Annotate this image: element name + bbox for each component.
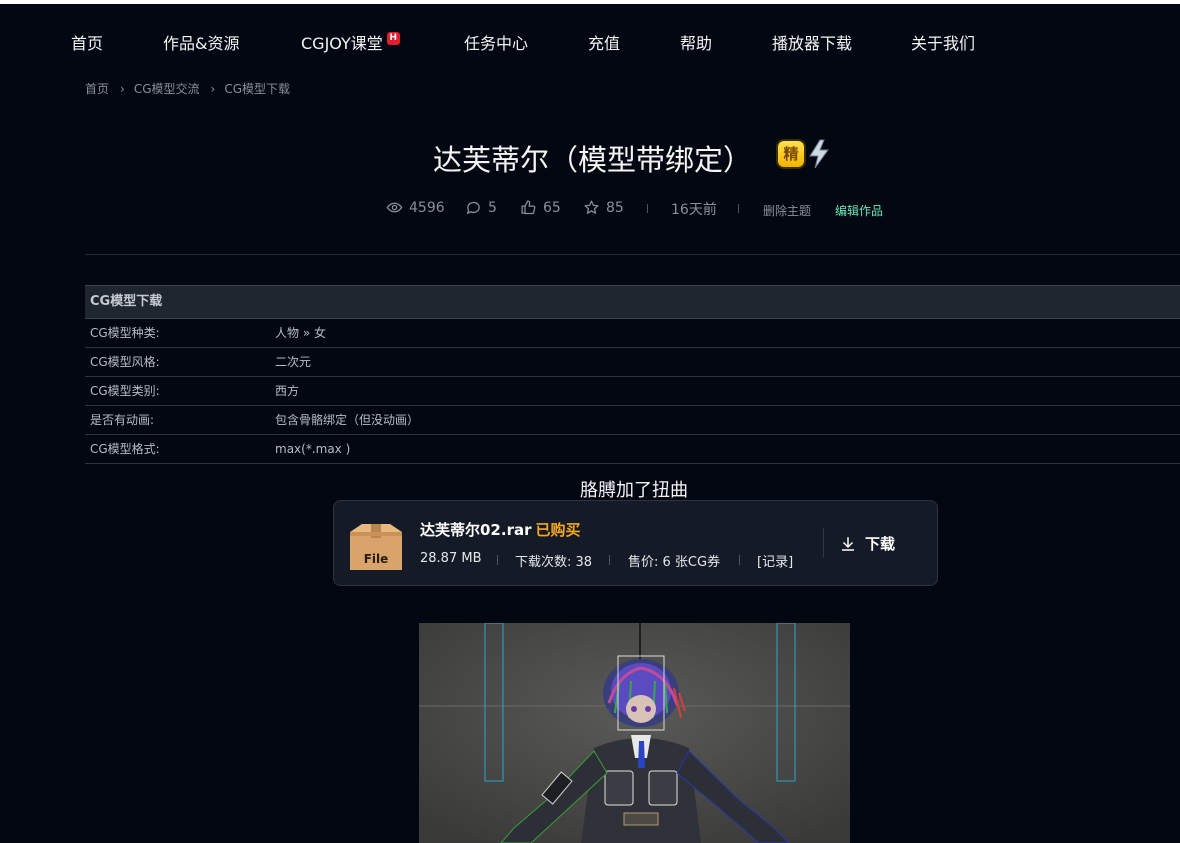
purchased-status: 已购买 xyxy=(535,521,581,539)
spec-table-header: CG模型下载 xyxy=(85,286,1180,319)
nav-item-about[interactable]: 关于我们 xyxy=(911,30,975,54)
favorites-stat[interactable]: 85 xyxy=(583,199,624,216)
likes-stat[interactable]: 65 xyxy=(520,199,561,216)
download-button[interactable]: 下载 xyxy=(839,533,895,554)
likes-count: 65 xyxy=(543,199,561,216)
file-size: 28.87 MB xyxy=(420,551,482,566)
attachment-filename[interactable]: 达芙蒂尔02.rar 已购买 xyxy=(420,519,581,540)
content-caption: 胳膊加了扭曲 xyxy=(580,480,688,501)
stats-divider xyxy=(738,204,739,213)
spec-value: 人物 » 女 xyxy=(275,326,326,340)
card-divider xyxy=(823,528,824,558)
meta-divider xyxy=(497,555,498,565)
post-time: 16天前 xyxy=(671,202,717,218)
spec-key: CG模型格式: xyxy=(90,442,160,456)
thumbs-up-icon xyxy=(521,200,536,215)
post-title: 达芙蒂尔（模型带绑定） xyxy=(433,143,753,177)
stats-divider xyxy=(647,204,648,213)
nav-item-classroom-label: CGJOY课堂 xyxy=(301,34,383,53)
section-divider xyxy=(85,254,1180,255)
breadcrumb-cg-model-download[interactable]: CG模型下载 xyxy=(224,82,290,96)
model-preview-image xyxy=(419,623,850,843)
download-icon xyxy=(842,536,854,551)
breadcrumb-home[interactable]: 首页 xyxy=(85,82,109,96)
nav-item-tasks[interactable]: 任务中心 xyxy=(464,30,528,54)
download-count: 下载次数: 38 xyxy=(515,555,593,570)
nav-item-classroom[interactable]: CGJOY课堂 H xyxy=(301,30,400,54)
spec-value: 二次元 xyxy=(275,355,312,369)
comments-stat[interactable]: 5 xyxy=(465,199,497,216)
meta-divider xyxy=(609,555,610,565)
featured-badge: 精 xyxy=(778,141,804,167)
breadcrumb-separator: › xyxy=(120,82,125,96)
spec-key: CG模型风格: xyxy=(90,355,160,369)
file-icon-label: File xyxy=(364,552,389,566)
spec-table: CG模型下载 CG模型种类: 人物 » 女 CG模型风格: 二次元 CG模型类别… xyxy=(85,285,1180,464)
price: 售价: 6 张CG券 xyxy=(628,555,721,570)
edit-work-link[interactable]: 编辑作品 xyxy=(835,202,883,219)
comment-icon xyxy=(466,201,480,215)
hot-badge: H xyxy=(386,32,400,45)
delete-topic-link[interactable]: 删除主题 xyxy=(763,202,811,219)
attachment-filename-text: 达芙蒂尔02.rar xyxy=(420,521,532,539)
spec-key: 是否有动画: xyxy=(90,413,155,427)
spec-key: CG模型种类: xyxy=(90,326,160,340)
nav-item-recharge[interactable]: 充值 xyxy=(588,30,620,54)
lightning-icon xyxy=(809,139,829,169)
eye-icon xyxy=(386,202,403,213)
file-box-icon: File xyxy=(350,524,402,570)
table-row: 是否有动画: 包含骨骼绑定（但没动画） xyxy=(85,406,1180,435)
table-row: CG模型类别: 西方 xyxy=(85,377,1180,406)
spec-value: max(*.max ) xyxy=(275,442,351,456)
table-row: CG模型风格: 二次元 xyxy=(85,348,1180,377)
record-link[interactable]: [记录] xyxy=(757,551,793,570)
nav-item-player-download[interactable]: 播放器下载 xyxy=(772,30,852,54)
breadcrumb-separator: › xyxy=(210,82,216,96)
attachment-card: File 达芙蒂尔02.rar 已购买 28.87 MB 下载次数: 38 售价:… xyxy=(333,500,938,586)
spec-value: 包含骨骼绑定（但没动画） xyxy=(275,413,420,427)
meta-divider xyxy=(739,555,740,565)
comments-count: 5 xyxy=(488,199,497,216)
nav-item-home[interactable]: 首页 xyxy=(71,30,103,54)
main-nav: 首页 作品&资源 CGJOY课堂 H 任务中心 充值 帮助 播放器下载 关于我们 xyxy=(0,4,1180,74)
views-count: 4596 xyxy=(409,199,445,216)
nav-item-help[interactable]: 帮助 xyxy=(680,30,712,54)
spec-key: CG模型类别: xyxy=(90,384,160,398)
table-row: CG模型种类: 人物 » 女 xyxy=(85,319,1180,348)
breadcrumb: 首页 › CG模型交流 › CG模型下载 xyxy=(85,80,290,97)
favorites-count: 85 xyxy=(606,199,624,216)
spec-value: 西方 xyxy=(275,384,300,398)
breadcrumb-cg-model-exchange[interactable]: CG模型交流 xyxy=(134,82,200,96)
nav-item-works[interactable]: 作品&资源 xyxy=(163,30,239,54)
table-row: CG模型格式: max(*.max ) xyxy=(85,435,1180,464)
star-icon xyxy=(584,200,599,214)
download-label: 下载 xyxy=(865,535,896,553)
views-stat: 4596 xyxy=(386,199,445,216)
